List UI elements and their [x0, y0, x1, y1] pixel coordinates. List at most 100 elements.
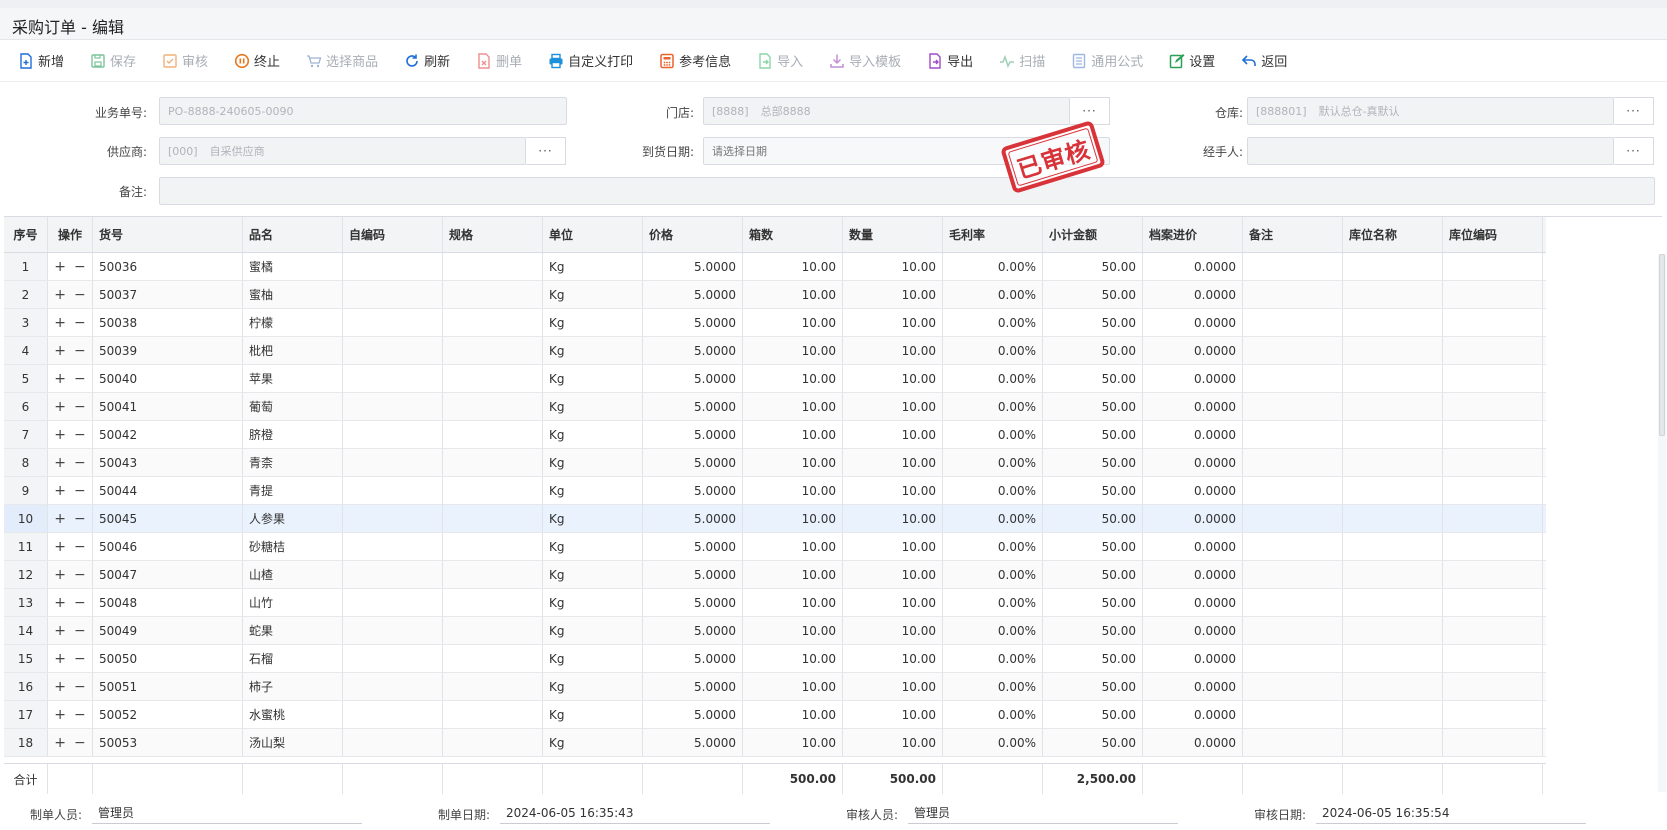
order-no-field[interactable]: PO-8888-240605-0090 [159, 97, 567, 125]
row-archive-price[interactable]: 0.0000 [1143, 253, 1243, 280]
reference-info-button[interactable]: 参考信息 [659, 48, 731, 74]
row-location-name[interactable] [1343, 309, 1443, 336]
row-code[interactable]: 50042 [93, 421, 243, 448]
row-note[interactable] [1243, 561, 1343, 588]
row-spec[interactable] [443, 673, 543, 700]
row-boxes[interactable]: 10.00 [743, 477, 843, 504]
row-unit[interactable]: Kg [543, 701, 643, 728]
remove-row-icon[interactable]: − [74, 567, 86, 583]
table-row[interactable]: 11 + −50046 砂糖桔 Kg 5.0000 10.00 10.00 0.00% 50.00… [4, 533, 1546, 561]
row-note[interactable] [1243, 281, 1343, 308]
row-location-name[interactable] [1343, 253, 1443, 280]
row-location-name[interactable] [1343, 729, 1443, 756]
row-margin[interactable]: 0.00% [943, 589, 1043, 616]
row-price[interactable]: 5.0000 [643, 701, 743, 728]
row-price[interactable]: 5.0000 [643, 337, 743, 364]
row-self-code[interactable] [343, 477, 443, 504]
row-margin[interactable]: 0.00% [943, 337, 1043, 364]
row-unit[interactable]: Kg [543, 309, 643, 336]
table-row[interactable]: 6 + −50041 葡萄 Kg 5.0000 10.00 10.00 0.00% 50.00 0.… [4, 393, 1546, 421]
row-qty[interactable]: 10.00 [843, 253, 943, 280]
table-row[interactable]: 8 + −50043 青柰 Kg 5.0000 10.00 10.00 0.00% 50.00 0.… [4, 449, 1546, 477]
row-archive-price[interactable]: 0.0000 [1143, 309, 1243, 336]
add-row-icon[interactable]: + [54, 315, 66, 331]
row-code[interactable]: 50038 [93, 309, 243, 336]
row-subtotal[interactable]: 50.00 [1043, 561, 1143, 588]
row-unit[interactable]: Kg [543, 477, 643, 504]
row-archive-price[interactable]: 0.0000 [1143, 505, 1243, 532]
row-location-code[interactable] [1443, 365, 1543, 392]
col-unit[interactable]: 单位 [543, 217, 643, 252]
row-self-code[interactable] [343, 561, 443, 588]
row-price[interactable]: 5.0000 [643, 505, 743, 532]
row-location-name[interactable] [1343, 617, 1443, 644]
row-boxes[interactable]: 10.00 [743, 645, 843, 672]
row-ops[interactable]: + − [48, 673, 93, 700]
row-location-code[interactable] [1443, 729, 1543, 756]
row-note[interactable] [1243, 309, 1343, 336]
stop-button[interactable]: 终止 [234, 48, 280, 74]
row-boxes[interactable]: 10.00 [743, 505, 843, 532]
row-code[interactable]: 50040 [93, 365, 243, 392]
row-ops[interactable]: + − [48, 393, 93, 420]
row-qty[interactable]: 10.00 [843, 645, 943, 672]
col-location-code[interactable]: 库位编码 [1443, 217, 1543, 252]
row-boxes[interactable]: 10.00 [743, 421, 843, 448]
row-location-code[interactable] [1443, 337, 1543, 364]
row-spec[interactable] [443, 281, 543, 308]
row-margin[interactable]: 0.00% [943, 701, 1043, 728]
row-seq[interactable]: 1 [4, 253, 48, 280]
table-row[interactable]: 14 + −50049 蛇果 Kg 5.0000 10.00 10.00 0.00% 50.00 0… [4, 617, 1546, 645]
row-subtotal[interactable]: 50.00 [1043, 365, 1143, 392]
row-subtotal[interactable]: 50.00 [1043, 449, 1143, 476]
col-price[interactable]: 价格 [643, 217, 743, 252]
row-subtotal[interactable]: 50.00 [1043, 617, 1143, 644]
row-ops[interactable]: + − [48, 477, 93, 504]
row-ops[interactable]: + − [48, 701, 93, 728]
row-seq[interactable]: 8 [4, 449, 48, 476]
row-boxes[interactable]: 10.00 [743, 533, 843, 560]
row-unit[interactable]: Kg [543, 673, 643, 700]
row-boxes[interactable]: 10.00 [743, 673, 843, 700]
row-boxes[interactable]: 10.00 [743, 253, 843, 280]
row-name[interactable]: 柿子 [243, 673, 343, 700]
row-code[interactable]: 50053 [93, 729, 243, 756]
row-name[interactable]: 砂糖桔 [243, 533, 343, 560]
row-boxes[interactable]: 10.00 [743, 281, 843, 308]
row-seq[interactable]: 12 [4, 561, 48, 588]
row-subtotal[interactable]: 50.00 [1043, 421, 1143, 448]
table-row[interactable]: 2 + −50037 蜜柚 Kg 5.0000 10.00 10.00 0.00% 50.00 0.… [4, 281, 1546, 309]
select-goods-button[interactable]: 选择商品 [306, 48, 378, 74]
row-spec[interactable] [443, 533, 543, 560]
row-self-code[interactable] [343, 337, 443, 364]
row-qty[interactable]: 10.00 [843, 309, 943, 336]
row-location-code[interactable] [1443, 701, 1543, 728]
col-location-name[interactable]: 库位名称 [1343, 217, 1443, 252]
row-location-name[interactable] [1343, 421, 1443, 448]
row-location-name[interactable] [1343, 393, 1443, 420]
row-note[interactable] [1243, 505, 1343, 532]
row-unit[interactable]: Kg [543, 253, 643, 280]
row-name[interactable]: 脐橙 [243, 421, 343, 448]
row-price[interactable]: 5.0000 [643, 533, 743, 560]
row-margin[interactable]: 0.00% [943, 309, 1043, 336]
handler-more-button[interactable]: ··· [1614, 137, 1654, 165]
add-row-icon[interactable]: + [54, 343, 66, 359]
row-spec[interactable] [443, 561, 543, 588]
row-margin[interactable]: 0.00% [943, 393, 1043, 420]
table-row[interactable]: 13 + −50048 山竹 Kg 5.0000 10.00 10.00 0.00% 50.00 0… [4, 589, 1546, 617]
row-code[interactable]: 50039 [93, 337, 243, 364]
row-price[interactable]: 5.0000 [643, 393, 743, 420]
row-margin[interactable]: 0.00% [943, 533, 1043, 560]
row-self-code[interactable] [343, 645, 443, 672]
row-name[interactable]: 柠檬 [243, 309, 343, 336]
row-margin[interactable]: 0.00% [943, 561, 1043, 588]
row-subtotal[interactable]: 50.00 [1043, 309, 1143, 336]
row-qty[interactable]: 10.00 [843, 673, 943, 700]
row-spec[interactable] [443, 589, 543, 616]
row-location-name[interactable] [1343, 673, 1443, 700]
row-subtotal[interactable]: 50.00 [1043, 673, 1143, 700]
row-margin[interactable]: 0.00% [943, 617, 1043, 644]
table-row[interactable]: 17 + −50052 水蜜桃 Kg 5.0000 10.00 10.00 0.00% 50.00… [4, 701, 1546, 729]
row-ops[interactable]: + − [48, 617, 93, 644]
